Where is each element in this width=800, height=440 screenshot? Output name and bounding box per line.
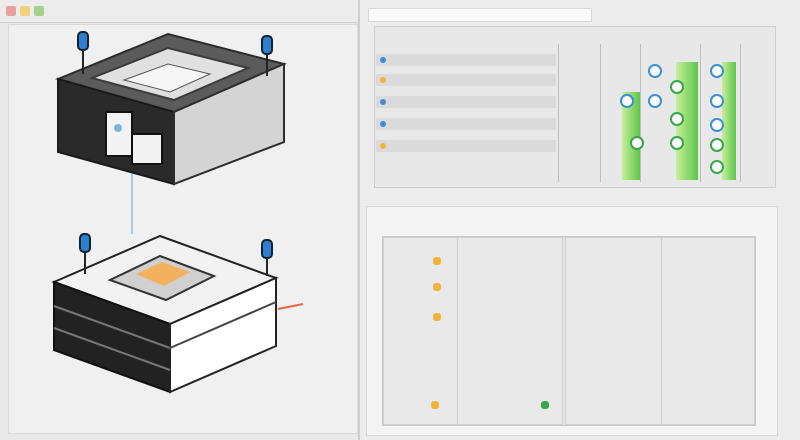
- table-row[interactable]: [376, 140, 556, 152]
- column-divider: [700, 44, 701, 182]
- row-bullet-icon: [380, 99, 386, 105]
- upper-port: [105, 111, 133, 157]
- upper-slot: [131, 133, 163, 165]
- cad-model[interactable]: [8, 24, 356, 432]
- status-icon[interactable]: [710, 118, 724, 132]
- grid-column[interactable]: [661, 237, 755, 425]
- row-bullet-icon: [380, 77, 386, 83]
- status-icon[interactable]: [670, 80, 684, 94]
- table-header: [376, 32, 546, 40]
- layout-grid: [382, 236, 756, 426]
- status-icon[interactable]: [648, 64, 662, 78]
- status-icon[interactable]: [710, 160, 724, 174]
- table-row[interactable]: [376, 74, 556, 86]
- upper-screw-icon: [114, 124, 122, 132]
- column-divider: [558, 44, 559, 182]
- status-icon[interactable]: [648, 94, 662, 108]
- close-icon[interactable]: [6, 6, 16, 16]
- table-row[interactable]: [376, 96, 556, 108]
- row-bullet-icon: [380, 57, 386, 63]
- upper-housing: [54, 32, 288, 186]
- table-row[interactable]: [376, 118, 556, 130]
- column-divider: [740, 44, 741, 182]
- row-bullet-icon: [380, 121, 386, 127]
- row-bullet-icon: [380, 143, 386, 149]
- status-icon[interactable]: [710, 138, 724, 152]
- grid-column[interactable]: [383, 237, 459, 425]
- status-icon[interactable]: [670, 136, 684, 150]
- lower-housing: [51, 234, 304, 394]
- table-row[interactable]: [376, 54, 556, 66]
- warning-icon[interactable]: [433, 313, 441, 321]
- connector-wire: [277, 303, 304, 310]
- warning-icon[interactable]: [433, 257, 441, 265]
- column-divider: [640, 44, 641, 182]
- status-icon[interactable]: [630, 136, 644, 150]
- table-body: [376, 44, 606, 182]
- toolbar-ribbon[interactable]: [368, 8, 592, 22]
- success-icon[interactable]: [541, 401, 549, 409]
- led-indicator-icon: [261, 239, 273, 276]
- warning-icon[interactable]: [431, 401, 439, 409]
- maximize-icon[interactable]: [34, 6, 44, 16]
- status-icon[interactable]: [670, 112, 684, 126]
- status-icon[interactable]: [620, 94, 634, 108]
- minimize-icon[interactable]: [20, 6, 30, 16]
- progress-bar: [722, 62, 736, 180]
- grid-column[interactable]: [565, 237, 663, 425]
- status-icon[interactable]: [710, 94, 724, 108]
- column-divider: [600, 44, 601, 182]
- warning-icon[interactable]: [433, 283, 441, 291]
- grid-column[interactable]: [457, 237, 563, 425]
- status-icon[interactable]: [710, 64, 724, 78]
